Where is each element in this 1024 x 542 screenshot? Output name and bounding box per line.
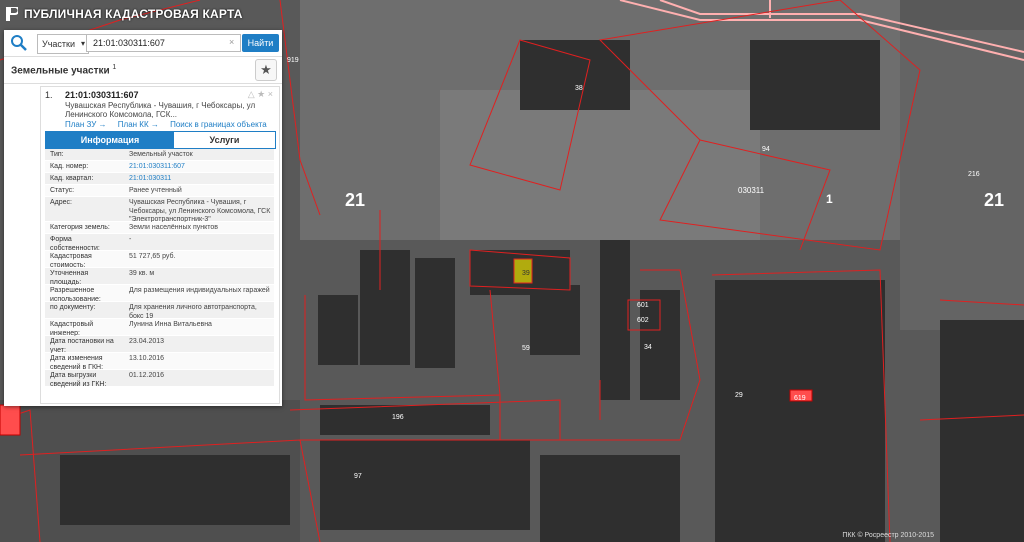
info-value[interactable]: 21:01:030311: [129, 175, 271, 184]
info-row: по документу: Для хранения личного автотр…: [45, 302, 274, 320]
info-label: Дата выгрузки сведений из ГКН:: [50, 372, 107, 388]
label-59: 59: [522, 345, 530, 352]
info-table: Тип: Земельный участок Кад. номер: 21:01:03…: [45, 149, 274, 388]
info-value: Ранее учтенный: [129, 187, 182, 194]
info-label: Категория земель:: [50, 224, 110, 231]
label-601: 601: [637, 302, 649, 309]
label-030311: 030311: [738, 186, 765, 195]
info-value: 39 кв. м: [129, 270, 155, 277]
chevron-down-icon: ▾: [80, 39, 85, 48]
info-row: Кадастровый инженер: Лунина Инна Витальев…: [45, 319, 274, 337]
info-row: Дата изменения сведений в ГКН: 13.10.2016: [45, 353, 274, 371]
top-bar: ПУБЛИЧНАЯ КАДАСТРОВАЯ КАРТА: [0, 0, 1024, 30]
info-value: -: [129, 236, 132, 243]
info-value[interactable]: 21:01:030311:607: [129, 163, 271, 172]
label-196: 196: [392, 414, 404, 421]
section-count: 1: [112, 64, 117, 71]
label-39: 39: [522, 270, 530, 277]
label-29: 29: [735, 392, 743, 399]
search-type-label: Участки: [42, 39, 75, 49]
info-value: Для размещения индивидуальных гаражей: [129, 287, 270, 294]
label-919: 919: [287, 57, 299, 64]
info-row: Разрешенное использование: Для размещения…: [45, 285, 274, 303]
find-button[interactable]: Найти: [242, 34, 279, 52]
result-number: 1.: [45, 90, 53, 100]
search-icon[interactable]: [10, 34, 28, 52]
label-97: 97: [354, 473, 362, 480]
section-header: Земельные участки 1 ★: [4, 56, 282, 84]
quarter-label-left: 21: [345, 190, 365, 210]
info-row: Категория земель: Земли населённых пункто…: [45, 222, 274, 234]
info-value: 51 727,65 руб.: [129, 253, 176, 260]
info-row: Форма собственности: -: [45, 234, 274, 252]
label-94: 94: [762, 146, 770, 153]
info-row: Тип: Земельный участок: [45, 149, 274, 161]
info-value: Лунина Инна Витальевна: [129, 321, 212, 328]
result-tabs: Информация Услуги: [45, 131, 276, 149]
parcel-left-edge[interactable]: [0, 404, 21, 436]
info-row: Дата постановки на учет: 23.04.2013: [45, 336, 274, 354]
info-label: Тип:: [50, 151, 64, 158]
info-label: Адрес:: [50, 199, 72, 206]
search-input[interactable]: [86, 34, 241, 52]
brand[interactable]: ПУБЛИЧНАЯ КАДАСТРОВАЯ КАРТА: [6, 7, 243, 21]
label-602: 602: [637, 317, 649, 324]
label-38: 38: [575, 85, 583, 92]
info-value: 23.04.2013: [129, 338, 165, 345]
result-address: Чувашская Республика - Чувашия, г Чебокс…: [65, 101, 256, 119]
info-row: Статус: Ранее учтенный: [45, 185, 274, 197]
info-row: Кад. номер: 21:01:030311:607: [45, 161, 274, 173]
info-row: Дата выгрузки сведений из ГКН: 01.12.2016: [45, 370, 274, 388]
star-icon[interactable]: ★: [255, 59, 277, 81]
label-34: 34: [644, 344, 652, 351]
search-type-select[interactable]: Участки ▾: [37, 34, 89, 54]
info-label: Статус:: [50, 187, 75, 194]
info-value: Земли населённых пунктов: [129, 224, 219, 231]
app-title: ПУБЛИЧНАЯ КАДАСТРОВАЯ КАРТА: [24, 7, 243, 21]
result-cad-id[interactable]: 21:01:030311:607: [65, 90, 139, 100]
info-value: Земельный участок: [129, 151, 193, 158]
plan-kk-link[interactable]: План КК →: [118, 120, 159, 129]
quarter-label-right: 21: [984, 190, 1004, 210]
search-panel: Участки ▾ × Найти Земельные участки 1 ★ …: [4, 30, 282, 406]
result-action-icons[interactable]: △ ★ ×: [248, 89, 273, 100]
label-619: 619: [794, 395, 806, 402]
clear-icon[interactable]: ×: [229, 37, 234, 47]
plan-zu-link[interactable]: План ЗУ →: [65, 120, 107, 129]
info-row: Кадастровая стоимость: 51 727,65 руб.: [45, 251, 274, 269]
section-title-text: Земельные участки: [11, 65, 110, 77]
tab-services[interactable]: Услуги: [174, 132, 275, 148]
info-value: 13.10.2016: [129, 355, 165, 362]
info-label: Кад. номер:: [50, 163, 89, 170]
info-value: Чувашская Республика - Чувашия, г Чебокс…: [129, 199, 271, 223]
result-card: 1. 21:01:030311:607 △ ★ × Чувашская Респ…: [40, 86, 280, 404]
section-title: Земельные участки 1: [11, 64, 116, 76]
info-row: Адрес: Чувашская Республика - Чувашия, г …: [45, 197, 274, 223]
logo-icon: [6, 7, 18, 21]
label-1: 1: [826, 192, 833, 206]
info-row: Кад. квартал: 21:01:030311: [45, 173, 274, 185]
copyright: ПКК © Росреестр 2010-2015: [842, 532, 934, 539]
info-label: Кад. квартал:: [50, 175, 94, 182]
tab-info[interactable]: Информация: [46, 132, 174, 148]
label-216: 216: [968, 171, 980, 178]
info-row: Уточненная площадь: 39 кв. м: [45, 268, 274, 286]
search-row: Участки ▾ × Найти: [4, 30, 282, 56]
info-value: 01.12.2016: [129, 372, 165, 379]
info-label: по документу:: [50, 304, 96, 311]
